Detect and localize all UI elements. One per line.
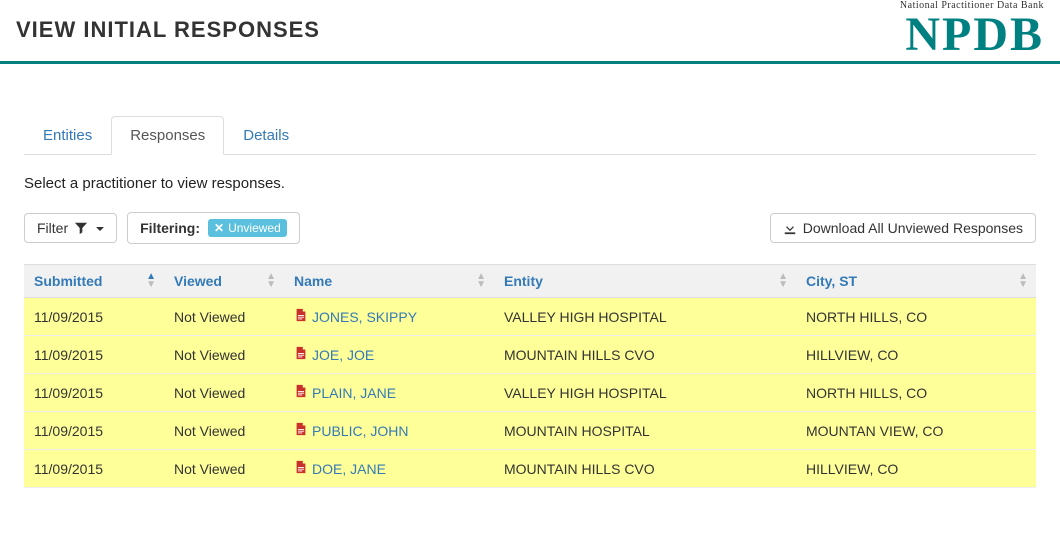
pdf-icon (294, 310, 308, 325)
filter-tag-label: Unviewed (228, 221, 281, 235)
cell-submitted: 11/09/2015 (24, 374, 164, 412)
caret-down-icon (94, 220, 104, 236)
col-name-label: Name (294, 273, 332, 289)
practitioner-link[interactable]: JONES, SKIPPY (312, 309, 417, 325)
col-submitted-label: Submitted (34, 273, 102, 289)
cell-name: DOE, JANE (284, 450, 494, 488)
cell-viewed: Not Viewed (164, 336, 284, 374)
practitioner-link[interactable]: PUBLIC, JOHN (312, 423, 408, 439)
filtering-label: Filtering: (140, 220, 200, 236)
col-entity[interactable]: Entity ▲▼ (494, 265, 796, 298)
cell-submitted: 11/09/2015 (24, 336, 164, 374)
toolbar: Filter Filtering: ✕ Unviewed Download Al… (24, 212, 1036, 244)
practitioner-link[interactable]: JOE, JOE (312, 347, 374, 363)
cell-entity: MOUNTAIN HILLS CVO (494, 336, 796, 374)
cell-city-st: MOUNTAN VIEW, CO (796, 412, 1036, 450)
cell-submitted: 11/09/2015 (24, 450, 164, 488)
download-all-button[interactable]: Download All Unviewed Responses (770, 213, 1036, 243)
tab-entities[interactable]: Entities (24, 116, 111, 155)
sort-icon: ▲▼ (266, 273, 276, 289)
sort-icon: ▲▼ (778, 273, 788, 289)
page-header: VIEW INITIAL RESPONSES National Practiti… (0, 0, 1060, 64)
download-icon (783, 221, 797, 235)
col-city-st[interactable]: City, ST ▲▼ (796, 265, 1036, 298)
sort-icon: ▲▼ (146, 273, 156, 289)
instruction-text: Select a practitioner to view responses. (24, 175, 1036, 192)
table-header-row: Submitted ▲▼ Viewed ▲▼ Name ▲▼ Entity ▲▼… (24, 265, 1036, 298)
close-icon: ✕ (214, 221, 224, 235)
cell-city-st: HILLVIEW, CO (796, 450, 1036, 488)
tab-bar: Entities Responses Details (24, 116, 1036, 155)
tab-responses[interactable]: Responses (111, 116, 224, 155)
cell-city-st: NORTH HILLS, CO (796, 374, 1036, 412)
cell-viewed: Not Viewed (164, 412, 284, 450)
responses-table: Submitted ▲▼ Viewed ▲▼ Name ▲▼ Entity ▲▼… (24, 264, 1036, 488)
pdf-icon (294, 462, 308, 477)
cell-name: PUBLIC, JOHN (284, 412, 494, 450)
sort-icon: ▲▼ (1018, 273, 1028, 289)
cell-city-st: HILLVIEW, CO (796, 336, 1036, 374)
cell-viewed: Not Viewed (164, 374, 284, 412)
table-row[interactable]: 11/09/2015Not Viewed JOE, JOE MOUNTAIN HIL… (24, 336, 1036, 374)
filter-button-label: Filter (37, 220, 68, 236)
col-viewed-label: Viewed (174, 273, 222, 289)
col-name[interactable]: Name ▲▼ (284, 265, 494, 298)
filtering-status: Filtering: ✕ Unviewed (127, 212, 300, 244)
cell-name: JONES, SKIPPY (284, 298, 494, 336)
cell-entity: VALLEY HIGH HOSPITAL (494, 374, 796, 412)
cell-entity: VALLEY HIGH HOSPITAL (494, 298, 796, 336)
cell-viewed: Not Viewed (164, 450, 284, 488)
cell-entity: MOUNTAIN HILLS CVO (494, 450, 796, 488)
practitioner-link[interactable]: PLAIN, JANE (312, 385, 396, 401)
funnel-icon (74, 221, 88, 235)
cell-city-st: NORTH HILLS, CO (796, 298, 1036, 336)
filter-button[interactable]: Filter (24, 213, 117, 243)
sort-icon: ▲▼ (476, 273, 486, 289)
col-submitted[interactable]: Submitted ▲▼ (24, 265, 164, 298)
table-row[interactable]: 11/09/2015Not Viewed DOE, JANE MOUNTAIN HI… (24, 450, 1036, 488)
cell-submitted: 11/09/2015 (24, 298, 164, 336)
cell-name: PLAIN, JANE (284, 374, 494, 412)
practitioner-link[interactable]: DOE, JANE (312, 461, 386, 477)
table-row[interactable]: 11/09/2015Not Viewed PUBLIC, JOHN MOUNTAIN… (24, 412, 1036, 450)
tab-details[interactable]: Details (224, 116, 308, 155)
cell-submitted: 11/09/2015 (24, 412, 164, 450)
pdf-icon (294, 386, 308, 401)
cell-name: JOE, JOE (284, 336, 494, 374)
col-entity-label: Entity (504, 273, 543, 289)
download-all-label: Download All Unviewed Responses (803, 220, 1023, 236)
logo-acronym: NPDB (900, 11, 1044, 59)
filter-tag-unviewed[interactable]: ✕ Unviewed (208, 219, 287, 237)
content-area: Entities Responses Details Select a prac… (0, 64, 1060, 500)
pdf-icon (294, 348, 308, 363)
col-viewed[interactable]: Viewed ▲▼ (164, 265, 284, 298)
cell-entity: MOUNTAIN HOSPITAL (494, 412, 796, 450)
toolbar-left: Filter Filtering: ✕ Unviewed (24, 212, 300, 244)
page-title: VIEW INITIAL RESPONSES (16, 17, 320, 43)
cell-viewed: Not Viewed (164, 298, 284, 336)
pdf-icon (294, 424, 308, 439)
table-row[interactable]: 11/09/2015Not Viewed PLAIN, JANE VALLEY HI… (24, 374, 1036, 412)
col-city-st-label: City, ST (806, 273, 857, 289)
table-row[interactable]: 11/09/2015Not Viewed JONES, SKIPPY VALLEY … (24, 298, 1036, 336)
npdb-logo: National Practitioner Data Bank NPDB (900, 0, 1044, 59)
